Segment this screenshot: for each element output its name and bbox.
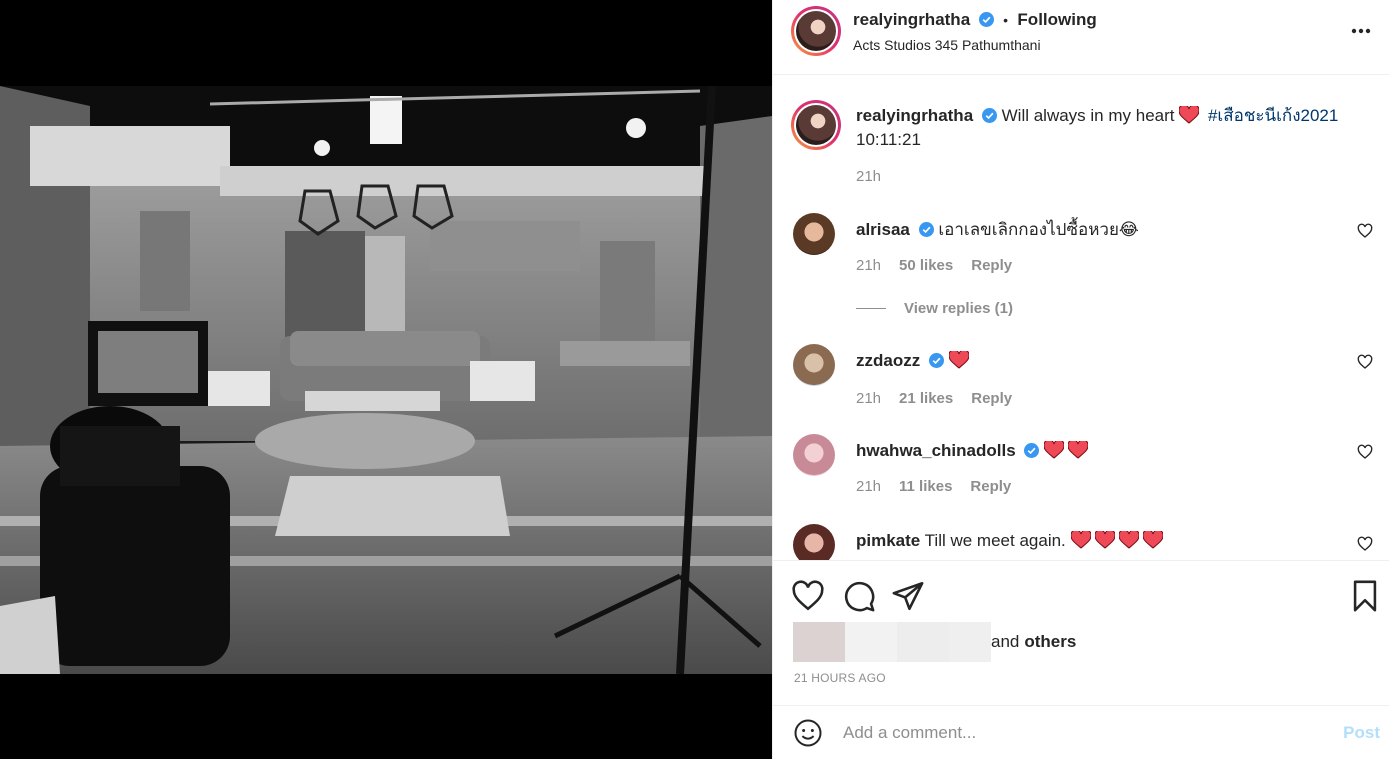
liker-avatar-blurred [897,622,949,662]
verified-badge-icon [978,12,994,27]
verified-badge-icon [981,108,997,123]
comment-time[interactable]: 21h [856,390,881,407]
caption-hashtag[interactable]: #เสือชะนีเก้ง2021 [1208,106,1338,125]
post-photo[interactable] [0,86,772,674]
verified-badge-icon [918,222,934,237]
caption-text: Will always in my heart [1001,106,1175,125]
post-details-panel: realyingrhatha • Following Acts Studios … [772,0,1389,759]
view-replies[interactable]: View replies (1) [856,300,1013,317]
replies-divider [856,308,886,309]
caption: realyingrhatha Will always in my heart #… [791,100,1373,220]
red-heart-emoji-icon [1118,531,1139,549]
commenter-avatar[interactable] [793,524,835,560]
post-location[interactable]: Acts Studios 345 Pathumthani [853,37,1041,53]
liker-avatar-blurred [793,622,845,662]
reply-button[interactable]: Reply [971,390,1012,407]
likes-and-text: and [991,632,1020,651]
comment-item: hwahwa_chinadolls 21h 11 likes Reply [793,434,1373,514]
comment-time[interactable]: 21h [856,257,881,274]
caption-time[interactable]: 21h [856,168,881,185]
comment-like-heart-icon[interactable] [1357,354,1373,370]
verified-badge-icon [928,353,944,368]
comments-list[interactable]: realyingrhatha Will always in my heart #… [773,76,1389,560]
comment-time[interactable]: 21h [856,478,881,495]
post-timestamp[interactable]: 21 HOURS AGO [794,671,886,685]
liker-avatar-blurred [949,622,991,662]
caption-second-line: 10:11:21 [856,130,921,149]
add-comment-bar: Post [773,705,1389,759]
red-heart-emoji-icon [1070,531,1091,549]
bookmark-icon[interactable] [1348,579,1382,613]
post-header: realyingrhatha • Following Acts Studios … [773,0,1389,75]
comment-bubble-icon[interactable] [842,579,876,613]
author-username[interactable]: realyingrhatha [853,10,970,29]
red-heart-emoji-icon [1179,106,1200,124]
author-avatar[interactable] [791,6,841,56]
red-heart-emoji-icon [1044,441,1065,459]
more-options-icon[interactable] [1351,28,1371,34]
commenter-username[interactable]: pimkate [856,531,920,550]
caption-username[interactable]: realyingrhatha [856,106,973,125]
commenter-avatar[interactable] [793,213,835,255]
comment-like-heart-icon[interactable] [1357,536,1373,552]
commenter-username[interactable]: hwahwa_chinadolls [856,441,1016,460]
comment-likes[interactable]: 11 likes [899,478,952,495]
likes-others-link[interactable]: others [1024,632,1076,652]
comment-likes[interactable]: 50 likes [899,257,953,274]
commenter-username[interactable]: alrisaa [856,220,910,239]
smiley-icon[interactable] [793,718,823,748]
post-actions: and others 21 HOURS AGO [773,560,1389,705]
comment-text: เอาเลขเลิกกองไปซื้อหวย😂 [938,220,1139,239]
comment-item: pimkate Till we meet again. [793,524,1373,560]
commenter-avatar[interactable] [793,344,835,386]
likes-summary[interactable]: and others [793,621,1076,663]
header-separator: • [1003,12,1008,28]
view-replies-label[interactable]: View replies (1) [904,300,1013,317]
media-pane [0,0,772,759]
comment-likes[interactable]: 21 likes [899,390,953,407]
paper-plane-icon[interactable] [891,579,925,613]
red-heart-emoji-icon [1094,531,1115,549]
caption-avatar[interactable] [791,100,841,150]
red-heart-emoji-icon [948,351,969,369]
red-heart-emoji-icon [1142,531,1163,549]
comment-like-heart-icon[interactable] [1357,223,1373,239]
verified-badge-icon [1024,443,1040,458]
following-button[interactable]: Following [1017,10,1096,29]
like-heart-icon[interactable] [791,579,825,613]
reply-button[interactable]: Reply [970,478,1011,495]
comment-text: Till we meet again. [924,531,1066,550]
comment-like-heart-icon[interactable] [1357,444,1373,460]
commenter-username[interactable]: zzdaozz [856,351,920,370]
add-comment-input[interactable] [843,720,1303,746]
studio-set-image [0,86,772,674]
commenter-avatar[interactable] [793,434,835,476]
reply-button[interactable]: Reply [971,257,1012,274]
post-comment-button[interactable]: Post [1343,723,1380,743]
comment-item: alrisaa เอาเลขเลิกกองไปซื้อหวย😂 21h 50 li… [793,213,1373,333]
red-heart-emoji-icon [1068,441,1089,459]
post-modal: realyingrhatha • Following Acts Studios … [0,0,1389,759]
liker-avatar-blurred [845,622,897,662]
comment-item: zzdaozz 21h 21 likes Reply [793,344,1373,424]
